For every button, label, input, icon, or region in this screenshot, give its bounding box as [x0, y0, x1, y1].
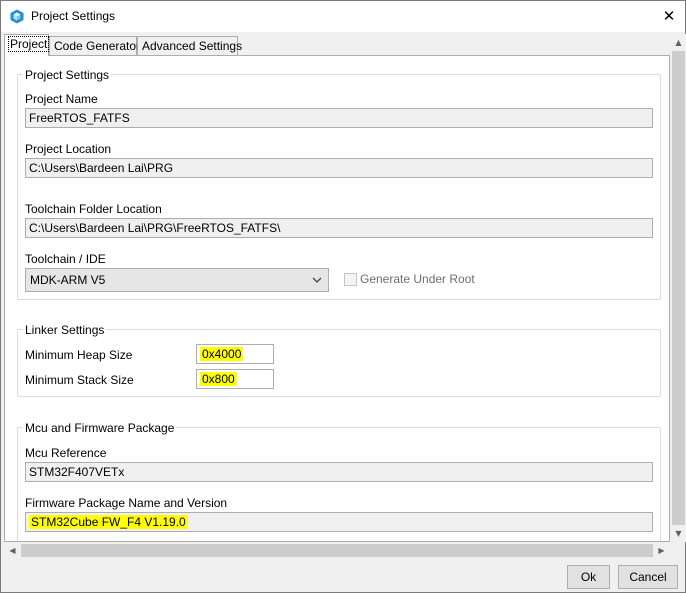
min-stack-input[interactable]: 0x800: [196, 369, 274, 389]
tab-advanced-settings[interactable]: Advanced Settings: [137, 36, 242, 56]
generate-under-root-label: Generate Under Root: [360, 272, 475, 286]
horizontal-scroll-thumb[interactable]: [21, 544, 653, 557]
vertical-scrollbar[interactable]: ▲ ▼: [670, 34, 686, 542]
project-settings-legend: Project Settings: [23, 68, 112, 82]
tab-project-label: Project: [7, 36, 50, 52]
chevron-down-icon: [312, 277, 322, 283]
tab-code-generator-label: Code Generator: [54, 39, 141, 53]
firmware-package-label: Firmware Package Name and Version: [25, 496, 228, 510]
project-settings-window: Project Settings ✕ Project Code Generato…: [0, 0, 686, 593]
linker-settings-group: Linker Settings Minimum Heap Size 0x4000…: [17, 323, 661, 397]
ok-button[interactable]: Ok: [567, 565, 610, 589]
title-bar: Project Settings ✕: [1, 1, 685, 32]
toolchain-ide-value: MDK-ARM V5: [30, 273, 106, 287]
tab-project[interactable]: Project: [4, 34, 50, 56]
min-stack-value: 0x800: [200, 372, 237, 386]
min-stack-label: Minimum Stack Size: [25, 373, 134, 387]
mcu-reference-label: Mcu Reference: [25, 446, 107, 460]
scroll-up-icon[interactable]: ▲: [670, 34, 686, 51]
close-icon[interactable]: ✕: [653, 1, 685, 31]
project-location-field[interactable]: C:\Users\Bardeen Lai\PRG: [25, 158, 653, 178]
cancel-button[interactable]: Cancel: [618, 565, 678, 589]
toolchain-ide-label: Toolchain / IDE: [25, 252, 106, 266]
toolchain-ide-select[interactable]: MDK-ARM V5: [25, 268, 329, 292]
firmware-package-value: STM32Cube FW_F4 V1.19.0: [29, 515, 188, 529]
scroll-down-icon[interactable]: ▼: [670, 525, 686, 542]
project-location-label: Project Location: [25, 142, 112, 156]
cube-app-icon: [10, 9, 24, 24]
mcu-firmware-legend: Mcu and Firmware Package: [23, 421, 177, 435]
tab-code-generator[interactable]: Code Generator: [49, 36, 141, 56]
window-title: Project Settings: [31, 9, 116, 23]
scroll-right-icon[interactable]: ▶: [653, 542, 670, 559]
min-heap-value: 0x4000: [200, 347, 244, 361]
project-tab-panel: Project Settings Project Name FreeRTOS_F…: [4, 55, 670, 542]
vertical-scroll-thumb[interactable]: [672, 51, 685, 525]
project-name-field[interactable]: FreeRTOS_FATFS: [25, 108, 653, 128]
toolchain-folder-field[interactable]: C:\Users\Bardeen Lai\PRG\FreeRTOS_FATFS\: [25, 218, 653, 238]
min-heap-label: Minimum Heap Size: [25, 348, 133, 362]
firmware-package-field[interactable]: STM32Cube FW_F4 V1.19.0: [25, 512, 653, 532]
min-heap-input[interactable]: 0x4000: [196, 344, 274, 364]
project-settings-group: Project Settings Project Name FreeRTOS_F…: [17, 68, 661, 300]
linker-settings-legend: Linker Settings: [23, 323, 107, 337]
mcu-firmware-group: Mcu and Firmware Package Mcu Reference S…: [17, 421, 661, 541]
scroll-left-icon[interactable]: ◀: [4, 542, 21, 559]
toolchain-folder-label: Toolchain Folder Location: [25, 202, 162, 216]
mcu-reference-field[interactable]: STM32F407VETx: [25, 462, 653, 482]
generate-under-root-checkbox[interactable]: [344, 273, 357, 286]
project-name-label: Project Name: [25, 92, 98, 106]
tab-advanced-settings-label: Advanced Settings: [142, 39, 243, 53]
horizontal-scrollbar[interactable]: ◀ ▶: [4, 542, 670, 559]
